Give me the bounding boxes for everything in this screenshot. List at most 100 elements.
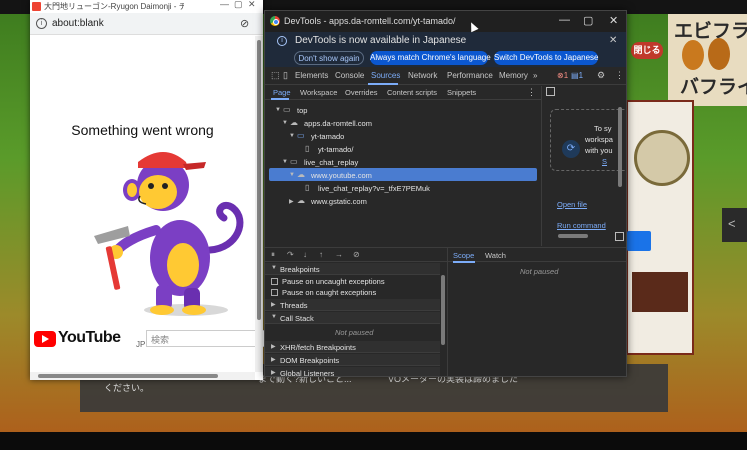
debugger-sidebar: ▼ Breakpoints Pause on uncaught exception… bbox=[265, 263, 447, 376]
monkey-illustration bbox=[94, 152, 244, 316]
more-tabs-icon[interactable]: » bbox=[533, 71, 537, 80]
workspace-hint-text: To sy bbox=[594, 124, 612, 133]
popup-title-bar[interactable]: 大門地リューゴン-Ryugon Daimonji - チャット -... — ▢… bbox=[30, 0, 263, 13]
close-icon[interactable]: ✕ bbox=[248, 0, 256, 10]
scope-pane: Scope Watch Not paused bbox=[447, 247, 626, 376]
tab-overrides[interactable]: Overrides bbox=[345, 88, 378, 97]
maximize-icon[interactable]: ▢ bbox=[234, 0, 243, 10]
address-text[interactable]: about:blank bbox=[52, 18, 104, 29]
tab-content-scripts[interactable]: Content scripts bbox=[387, 88, 437, 97]
inspect-element-icon[interactable]: ⬚ bbox=[271, 70, 280, 81]
background-panel-text: ください。 bbox=[104, 383, 150, 393]
pause-icon[interactable]: ⏸ bbox=[271, 250, 275, 260]
popup-vertical-scrollbar[interactable] bbox=[255, 36, 263, 372]
more-options-icon[interactable]: ⋮ bbox=[527, 87, 536, 98]
chevron-left-icon: < bbox=[728, 216, 736, 231]
match-language-button[interactable]: Always match Chrome's language bbox=[370, 51, 491, 65]
site-info-icon[interactable]: i bbox=[36, 18, 47, 29]
youtube-region: JP bbox=[136, 340, 146, 349]
section-xhr-breakpoints[interactable]: ▶ XHR/fetch Breakpoints bbox=[265, 341, 440, 353]
workspace-hint-text: workspa bbox=[585, 135, 613, 144]
popup-browser-window: 大門地リューゴン-Ryugon Daimonji - チャット -... — ▢… bbox=[30, 0, 276, 380]
popup-window-title: 大門地リューゴン-Ryugon Daimonji - チャット -... bbox=[44, 2, 184, 11]
tab-console[interactable]: Console bbox=[335, 71, 364, 80]
youtube-wordmark: YouTube bbox=[58, 329, 121, 346]
run-command-link[interactable]: Run command bbox=[557, 221, 606, 230]
right-pane-scrollbar[interactable] bbox=[550, 233, 614, 239]
file-tree: ▼ ▭ top ▼ ☁ apps.da-romtell.com ▼ ▭ yt-tama… bbox=[265, 101, 541, 246]
error-count-badge[interactable]: ⊗1 bbox=[557, 71, 568, 80]
tab-performance[interactable]: Performance bbox=[447, 71, 493, 80]
workspace-link[interactable]: S bbox=[602, 157, 607, 166]
device-toolbar-icon[interactable]: ▯ bbox=[283, 70, 288, 81]
popup-address-bar[interactable]: i about:blank ⊘ bbox=[30, 13, 263, 35]
scope-not-paused: Not paused bbox=[520, 267, 559, 276]
step-over-icon[interactable]: ↷ bbox=[287, 250, 294, 259]
sources-right-pane: ⟳ To sy workspa with you S Open file Run… bbox=[541, 86, 626, 246]
devtools-window: DevTools - apps.da-romtell.com/yt-tamado… bbox=[264, 10, 627, 377]
background-blue-button[interactable] bbox=[627, 231, 651, 251]
chrome-icon bbox=[270, 16, 280, 26]
tab-network[interactable]: Network bbox=[408, 71, 437, 80]
tab-memory[interactable]: Memory bbox=[499, 71, 528, 80]
minimize-icon[interactable]: — bbox=[220, 0, 229, 9]
debugger-toolbar: ⏸ ↷ ↓ ↑ → ⊘ bbox=[265, 247, 447, 262]
tree-vertical-scrollbar[interactable] bbox=[617, 103, 623, 223]
close-icon[interactable]: ✕ bbox=[609, 14, 618, 27]
tab-scope[interactable]: Scope bbox=[453, 251, 474, 260]
tab-sources[interactable]: Sources bbox=[371, 71, 400, 80]
devtools-window-title: DevTools - apps.da-romtell.com/yt-tamado… bbox=[284, 16, 456, 26]
banner-close-icon[interactable]: ✕ bbox=[609, 35, 617, 46]
eye-slash-icon[interactable]: ⊘ bbox=[240, 17, 249, 30]
tab-snippets[interactable]: Snippets bbox=[447, 88, 476, 97]
step-into-icon[interactable]: ↓ bbox=[303, 250, 307, 259]
message-count-badge[interactable]: ▤1 bbox=[571, 71, 583, 80]
section-threads[interactable]: ▶ Threads bbox=[265, 299, 440, 311]
devtools-title-bar[interactable]: DevTools - apps.da-romtell.com/yt-tamado… bbox=[265, 11, 626, 32]
maximize-icon[interactable]: ▢ bbox=[583, 14, 593, 27]
info-icon: i bbox=[277, 36, 287, 46]
background-close-button[interactable]: 閉じる bbox=[631, 42, 663, 59]
selected-row-highlight bbox=[269, 168, 537, 181]
popup-horizontal-scrollbar[interactable] bbox=[30, 372, 255, 380]
pause-uncaught-checkbox[interactable]: Pause on uncaught exceptions bbox=[271, 276, 441, 287]
debugger-scrollbar[interactable] bbox=[440, 271, 446, 376]
settings-gear-icon[interactable]: ⚙ bbox=[597, 70, 605, 81]
kebab-menu-icon[interactable]: ⋮ bbox=[615, 70, 624, 81]
frame-icon: ▭ bbox=[283, 105, 291, 114]
frame-icon: ▭ bbox=[290, 157, 298, 166]
tab-workspace[interactable]: Workspace bbox=[300, 88, 337, 97]
devtools-main-tabs: ⬚ ▯ Elements Console Sources Network Per… bbox=[265, 68, 626, 85]
background-card-image bbox=[626, 100, 694, 355]
banner-message: DevTools is now available in Japanese bbox=[295, 35, 467, 46]
favicon-icon bbox=[32, 2, 41, 11]
youtube-play-icon bbox=[34, 331, 56, 347]
section-dom-breakpoints[interactable]: ▶ DOM Breakpoints bbox=[265, 354, 440, 366]
section-global-listeners[interactable]: ▶ Global Listeners bbox=[265, 367, 440, 376]
tab-watch[interactable]: Watch bbox=[485, 251, 506, 260]
tab-elements[interactable]: Elements bbox=[295, 71, 328, 80]
youtube-logo[interactable]: YouTube bbox=[34, 329, 121, 348]
cloud-icon: ☁ bbox=[297, 196, 305, 205]
file-icon: ▯ bbox=[305, 183, 310, 192]
step-out-icon[interactable]: ↑ bbox=[319, 250, 323, 259]
background-bottom-bar bbox=[0, 432, 747, 450]
ebi-text-top: エビフライ bbox=[674, 21, 747, 42]
workspace-hint-text: with you bbox=[585, 146, 613, 155]
toggle-drawer-icon[interactable] bbox=[615, 232, 624, 241]
open-file-link[interactable]: Open file bbox=[557, 200, 587, 209]
background-side-arrow[interactable]: < bbox=[722, 208, 747, 242]
deactivate-breakpoints-icon[interactable]: ⊘ bbox=[353, 250, 360, 259]
minimize-icon[interactable]: — bbox=[559, 14, 570, 26]
dont-show-again-button[interactable]: Don't show again bbox=[294, 51, 364, 65]
pause-caught-checkbox[interactable]: Pause on caught exceptions bbox=[271, 287, 441, 298]
language-banner: i DevTools is now available in Japanese … bbox=[265, 32, 626, 67]
call-stack-not-paused: Not paused bbox=[335, 328, 374, 337]
tab-page[interactable]: Page bbox=[273, 88, 291, 97]
section-call-stack[interactable]: ▼ Call Stack bbox=[265, 312, 440, 324]
step-icon[interactable]: → bbox=[335, 250, 343, 259]
section-breakpoints[interactable]: ▼ Breakpoints bbox=[265, 263, 440, 275]
switch-japanese-button[interactable]: Switch DevTools to Japanese bbox=[494, 51, 599, 65]
folder-icon: ▭ bbox=[297, 131, 305, 140]
toggle-sidebar-icon[interactable] bbox=[546, 87, 555, 96]
